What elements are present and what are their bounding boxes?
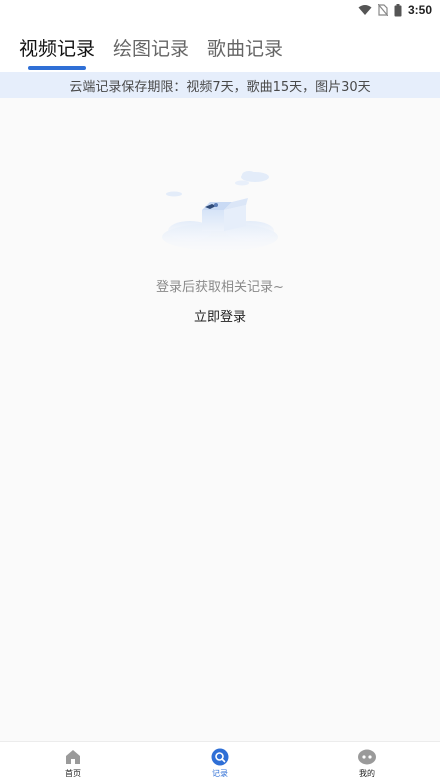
bottom-nav: 首页 记录 我的 bbox=[0, 741, 440, 783]
status-time: 3:50 bbox=[407, 3, 432, 17]
login-now-button[interactable]: 立即登录 bbox=[194, 310, 246, 325]
retention-notice: 云端记录保存期限：视频7天，歌曲15天，图片30天 bbox=[0, 72, 440, 98]
tab-drawing-records[interactable]: 绘图记录 bbox=[113, 34, 189, 61]
nav-profile[interactable]: 我的 bbox=[337, 748, 397, 782]
no-sim-icon bbox=[377, 4, 388, 16]
tab-video-records[interactable]: 视频记录 bbox=[19, 34, 95, 61]
status-bar: 3:50 bbox=[0, 0, 440, 20]
records-icon bbox=[211, 748, 229, 766]
empty-state-message: 登录后获取相关记录~ bbox=[156, 280, 284, 295]
battery-icon bbox=[394, 3, 402, 16]
nav-profile-label: 我的 bbox=[359, 769, 375, 778]
active-tab-indicator bbox=[28, 66, 86, 70]
login-now-link: 立即登录 bbox=[0, 306, 440, 325]
tab-song-records[interactable]: 歌曲记录 bbox=[207, 34, 283, 61]
nav-records-label: 记录 bbox=[212, 769, 228, 778]
wifi-icon bbox=[358, 5, 372, 15]
home-icon bbox=[66, 750, 80, 764]
tab-bar: 视频记录 绘图记录 歌曲记录 bbox=[0, 20, 440, 72]
nav-records[interactable]: 记录 bbox=[190, 748, 250, 782]
nav-home-label: 首页 bbox=[65, 769, 81, 778]
profile-icon bbox=[358, 749, 376, 765]
nav-home[interactable]: 首页 bbox=[43, 748, 103, 782]
empty-box-icon bbox=[162, 171, 278, 251]
